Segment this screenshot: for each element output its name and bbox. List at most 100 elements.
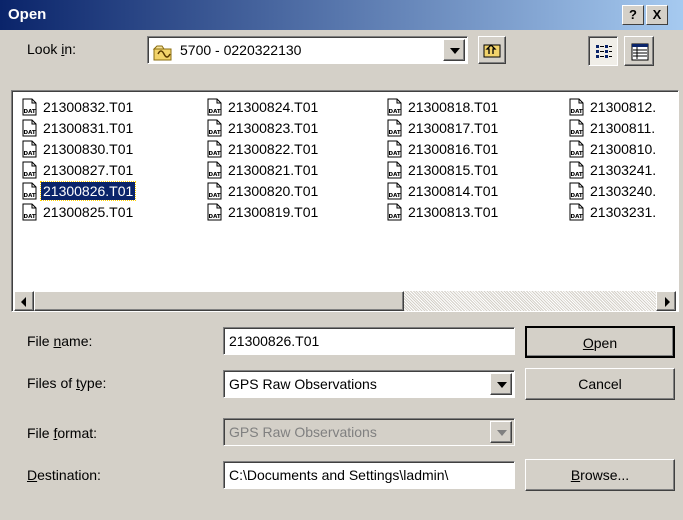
network-folder-icon <box>152 45 172 61</box>
dat-file-icon: DAT <box>569 161 584 179</box>
help-button[interactable]: ? <box>622 5 644 25</box>
svg-text:DAT: DAT <box>389 130 401 136</box>
browse-button[interactable]: Browse... <box>525 459 675 491</box>
file-item-name: 21300820.T01 <box>228 183 319 199</box>
list-view-icon <box>596 45 612 58</box>
file-format-dropdown: GPS Raw Observations <box>223 418 515 446</box>
arrow-right-icon <box>665 297 670 307</box>
dat-file-icon: DAT <box>207 98 222 116</box>
svg-text:DAT: DAT <box>389 172 401 178</box>
svg-text:DAT: DAT <box>209 214 221 220</box>
file-item-name: 21300832.T01 <box>43 99 134 115</box>
file-item-name: 21300814.T01 <box>408 183 499 199</box>
file-item-name: 21300823.T01 <box>228 120 319 136</box>
file-item-name: 21300811. <box>590 120 656 136</box>
dat-file-icon: DAT <box>207 203 222 221</box>
dat-file-icon: DAT <box>22 119 37 137</box>
svg-text:DAT: DAT <box>209 151 221 157</box>
scroll-left-button[interactable] <box>14 291 34 311</box>
svg-text:DAT: DAT <box>571 130 583 136</box>
dat-file-icon: DAT <box>387 161 402 179</box>
file-format-label: File format: <box>27 425 98 441</box>
file-format-dropdown-button <box>490 421 512 443</box>
file-item-name: 21300813.T01 <box>408 204 499 220</box>
file-list[interactable]: DAT 21300832.T01 DAT 21300831.T01 DAT 2130083… <box>11 90 679 312</box>
dat-file-icon: DAT <box>22 98 37 116</box>
horizontal-scrollbar[interactable] <box>14 291 676 311</box>
svg-text:DAT: DAT <box>209 193 221 199</box>
file-name-input[interactable]: 21300826.T01 <box>223 327 515 355</box>
file-item-name: 21300812. <box>590 99 657 115</box>
look-in-dropdown[interactable]: 5700 - 0220322130 <box>147 36 468 64</box>
dat-file-icon: DAT <box>569 119 584 137</box>
svg-text:DAT: DAT <box>24 130 36 136</box>
svg-text:DAT: DAT <box>24 109 36 115</box>
svg-text:DAT: DAT <box>571 172 583 178</box>
svg-text:DAT: DAT <box>389 151 401 157</box>
dat-file-icon: DAT <box>22 161 37 179</box>
scroll-right-button[interactable] <box>656 291 676 311</box>
file-item-name: 21300831.T01 <box>43 120 134 136</box>
cancel-button[interactable]: Cancel <box>525 368 675 400</box>
look-in-dropdown-button[interactable] <box>443 39 465 61</box>
file-item-name: 21300817.T01 <box>408 120 499 136</box>
svg-text:DAT: DAT <box>571 193 583 199</box>
list-view-button[interactable] <box>588 36 618 66</box>
svg-text:DAT: DAT <box>24 193 36 199</box>
open-button[interactable]: Open <box>525 326 675 358</box>
svg-text:DAT: DAT <box>209 109 221 115</box>
svg-text:DAT: DAT <box>571 109 583 115</box>
dat-file-icon: DAT <box>569 98 584 116</box>
file-type-dropdown-button[interactable] <box>490 373 512 395</box>
svg-text:DAT: DAT <box>389 193 401 199</box>
svg-text:DAT: DAT <box>571 151 583 157</box>
dat-file-icon: DAT <box>22 203 37 221</box>
dat-file-icon: DAT <box>387 140 402 158</box>
file-item-name: 21300818.T01 <box>408 99 499 115</box>
file-item-name: 21300810. <box>590 141 657 157</box>
file-item-name: 21300815.T01 <box>408 162 499 178</box>
svg-text:DAT: DAT <box>209 172 221 178</box>
close-icon: X <box>652 7 662 22</box>
svg-text:DAT: DAT <box>389 109 401 115</box>
scrollbar-thumb[interactable] <box>34 291 404 311</box>
close-button[interactable]: X <box>646 5 668 25</box>
chevron-down-icon <box>450 48 460 54</box>
svg-text:DAT: DAT <box>571 214 583 220</box>
file-item-name: 21303241. <box>590 162 657 178</box>
file-type-dropdown[interactable]: GPS Raw Observations <box>223 370 515 398</box>
file-type-label: Files of type: <box>27 375 107 391</box>
file-name-label: File name: <box>27 333 93 349</box>
dat-file-icon: DAT <box>207 161 222 179</box>
dat-file-icon: DAT <box>387 203 402 221</box>
dat-file-icon: DAT <box>22 140 37 158</box>
dat-file-icon: DAT <box>22 182 37 200</box>
dat-file-icon: DAT <box>207 182 222 200</box>
window-title: Open <box>8 6 47 23</box>
svg-text:DAT: DAT <box>209 130 221 136</box>
svg-text:DAT: DAT <box>24 214 36 220</box>
svg-text:DAT: DAT <box>389 214 401 220</box>
dat-file-icon: DAT <box>569 182 584 200</box>
details-view-icon <box>631 43 649 61</box>
destination-input[interactable]: C:\Documents and Settings\ladmin\ <box>223 461 515 489</box>
up-folder-icon <box>483 44 501 58</box>
file-item-name: 21300821.T01 <box>228 162 319 178</box>
destination-label: Destination: <box>27 467 101 483</box>
title-bar[interactable]: Open ? X <box>0 0 683 30</box>
file-item-name: 21300819.T01 <box>228 204 319 220</box>
file-item-name: 21300825.T01 <box>43 204 134 220</box>
dat-file-icon: DAT <box>569 140 584 158</box>
file-item-name: 21300822.T01 <box>228 141 319 157</box>
details-view-button[interactable] <box>624 36 654 66</box>
dat-file-icon: DAT <box>387 119 402 137</box>
dat-file-icon: DAT <box>387 182 402 200</box>
dat-file-icon: DAT <box>207 140 222 158</box>
file-item-name: 21300826.T01 <box>39 181 137 201</box>
file-item-name: 21300824.T01 <box>228 99 319 115</box>
file-item-name: 21300827.T01 <box>43 162 134 178</box>
file-item-name: 21300830.T01 <box>43 141 134 157</box>
up-one-level-button[interactable] <box>478 36 506 64</box>
arrow-left-icon <box>21 297 26 307</box>
dat-file-icon: DAT <box>569 203 584 221</box>
